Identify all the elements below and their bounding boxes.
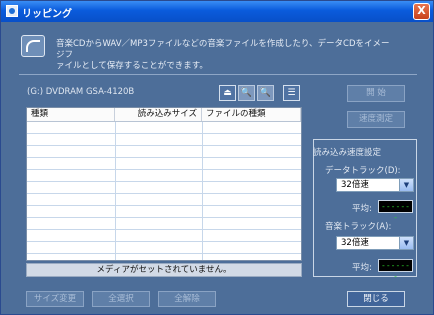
eject-button[interactable]: ⏏ [219, 85, 236, 101]
table-row [27, 206, 301, 218]
description-line-1: 音楽CDからWAV／MP3ファイルなどの音楽ファイルを作成したり、データCDをイ… [56, 39, 390, 60]
table-row [27, 194, 301, 206]
header-divider [19, 74, 417, 75]
close-button[interactable]: 閉じる [347, 291, 405, 307]
table-row [27, 254, 301, 260]
avg-meter-data: ------- [378, 200, 413, 222]
speed-panel-title: 読み込み速度設定 [313, 148, 382, 158]
table-row [27, 158, 301, 170]
column-read-size[interactable]: 読み込みサイズ [115, 108, 202, 121]
description-line-2: ァイルとして保存することができます。 [56, 61, 208, 71]
table-row [27, 230, 301, 242]
search-advanced-icon[interactable]: 🔍 [257, 85, 274, 101]
data-track-speed-value: 32倍速 [341, 180, 369, 190]
audio-track-speed-value: 32倍速 [341, 238, 369, 248]
column-file-type[interactable]: ファイルの種類 [202, 108, 301, 121]
avg-label-data: 平均: [352, 204, 372, 214]
table-row [27, 146, 301, 158]
title-bar[interactable]: リッピング X [1, 1, 433, 22]
close-window-button[interactable]: X [413, 3, 430, 20]
search-icon[interactable]: 🔍 [238, 85, 255, 101]
rip-icon [21, 35, 45, 57]
description: 音楽CDからWAV／MP3ファイルなどの音楽ファイルを作成したり、データCDをイ… [56, 39, 396, 72]
chevron-down-icon[interactable]: ▼ [399, 179, 413, 191]
size-change-button[interactable]: サイズ変更 [26, 291, 84, 307]
start-button[interactable]: 開 始 [347, 85, 405, 102]
table-row [27, 122, 301, 134]
avg-label-audio: 平均: [352, 263, 372, 273]
table-header: 種類 読み込みサイズ ファイルの種類 [27, 108, 301, 122]
data-track-speed-select[interactable]: 32倍速 ▼ [336, 178, 414, 192]
drive-label: (G:) DVDRAM GSA-4120B [27, 87, 135, 97]
table-row [27, 170, 301, 182]
speed-measure-button[interactable]: 速度測定 [347, 111, 405, 128]
chevron-down-icon[interactable]: ▼ [399, 237, 413, 249]
table-row [27, 218, 301, 230]
app-icon [6, 5, 18, 17]
list-view-icon[interactable]: ☰ [283, 85, 300, 101]
audio-track-label: 音楽トラック(A): [325, 222, 392, 232]
table-row [27, 182, 301, 194]
table-row [27, 134, 301, 146]
read-speed-panel: 読み込み速度設定 データトラック(D): 32倍速 ▼ 平均: ------- … [313, 139, 417, 281]
window-title: リッピング [22, 9, 72, 20]
data-track-label: データトラック(D): [325, 166, 401, 176]
audio-track-speed-select[interactable]: 32倍速 ▼ [336, 236, 414, 250]
ripping-window: リッピング X 音楽CDからWAV／MP3ファイルなどの音楽ファイルを作成したり… [0, 0, 434, 315]
select-all-button[interactable]: 全選択 [92, 291, 150, 307]
table-row [27, 242, 301, 254]
status-message: メディアがセットされていません。 [26, 263, 302, 277]
deselect-all-button[interactable]: 全解除 [158, 291, 216, 307]
column-type[interactable]: 種類 [27, 108, 115, 121]
avg-meter-audio: ------- [378, 259, 413, 281]
track-table[interactable]: 種類 読み込みサイズ ファイルの種類 [26, 107, 302, 261]
